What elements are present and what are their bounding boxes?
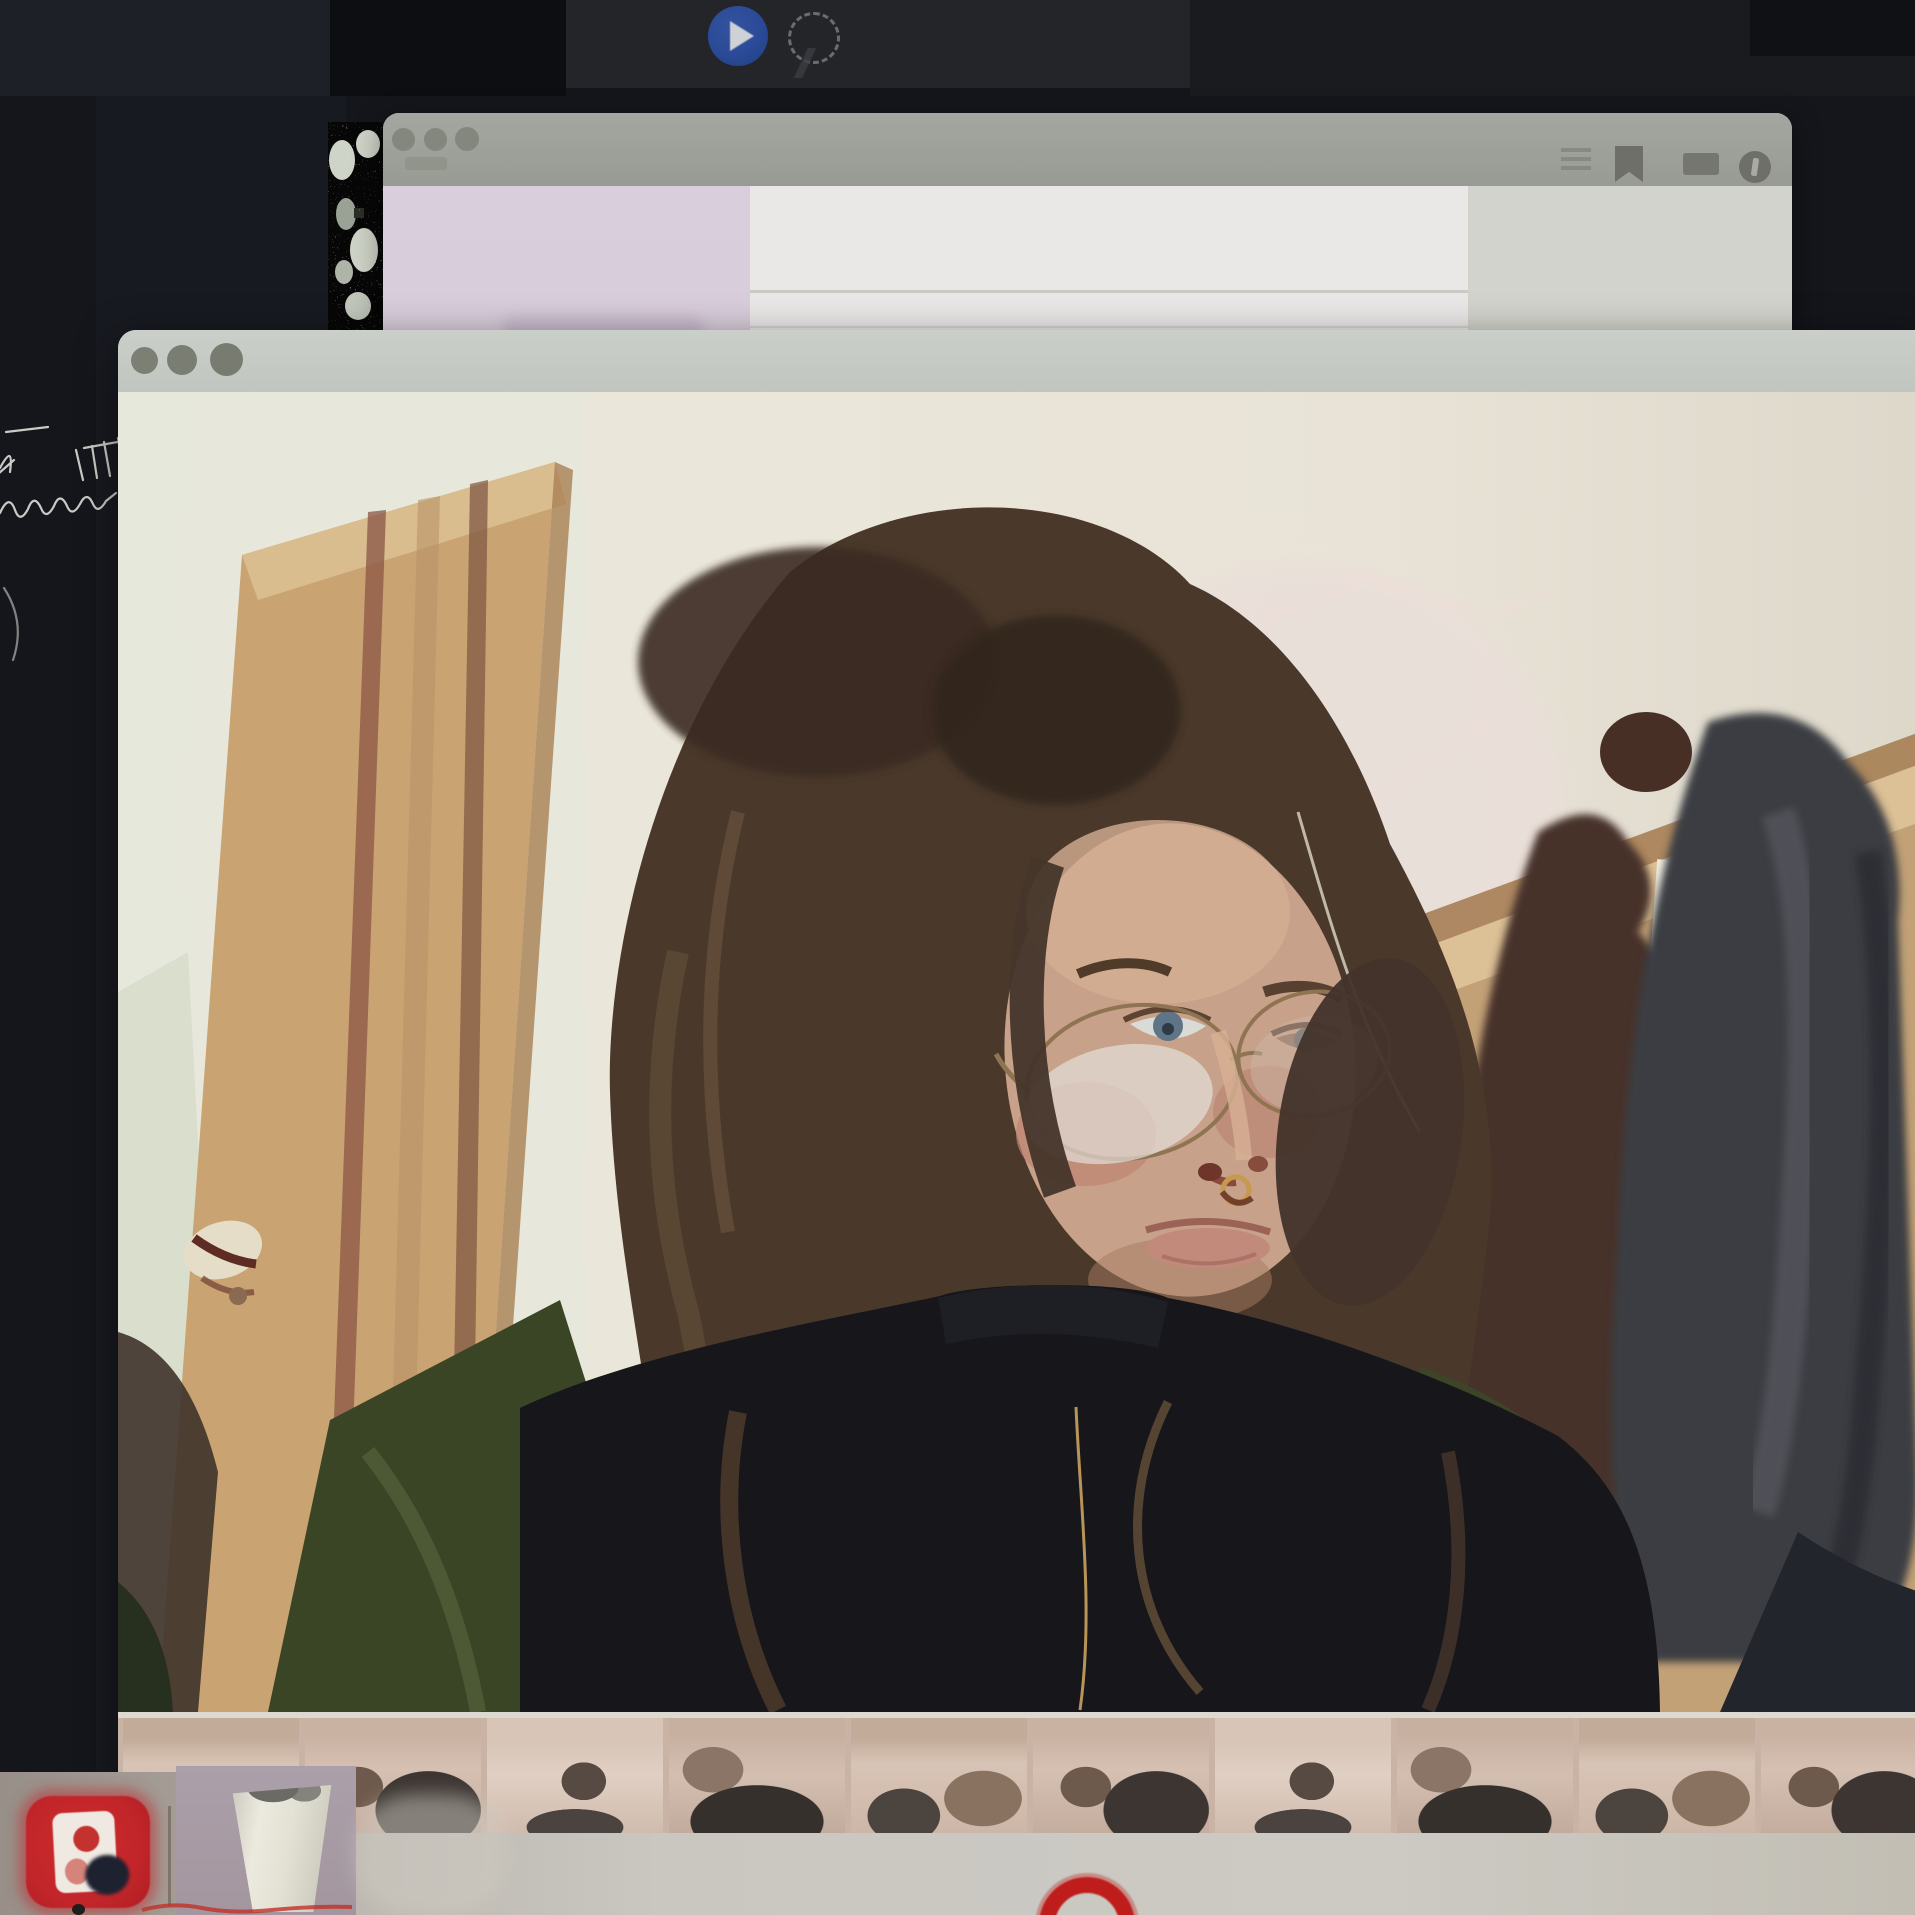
app-icon-face: [52, 1810, 118, 1893]
front-window-titlebar[interactable]: [118, 330, 1915, 392]
zoom-button[interactable]: [455, 127, 479, 151]
content-divider-line-2: [750, 326, 1468, 328]
photo-strip-thumbnail[interactable]: [1579, 1718, 1755, 1833]
dock-speck: [72, 1904, 85, 1915]
dock-divider: [168, 1806, 171, 1906]
dock-soft-highlight: [356, 1794, 506, 1915]
red-scribble-decoration: [140, 1900, 360, 1915]
content-divider-line: [750, 290, 1468, 293]
play-button[interactable]: [708, 6, 768, 66]
dock: [0, 1766, 620, 1915]
card-icon[interactable]: [1683, 153, 1719, 175]
photo-strip-thumbnail[interactable]: [1397, 1718, 1573, 1833]
desktop-top-dark-block: [330, 0, 566, 96]
photo-strip-thumbnail[interactable]: [1215, 1718, 1391, 1833]
close-button[interactable]: [131, 347, 158, 374]
pencil-scrawl-decoration: [770, 48, 840, 78]
photo-strip-thumbnail[interactable]: [669, 1718, 845, 1833]
photo-strip-thumbnail[interactable]: [1033, 1718, 1209, 1833]
app-icon-red-dot: [73, 1825, 100, 1852]
list-icon[interactable]: [1561, 148, 1591, 170]
filmstrip-preview[interactable]: [328, 122, 384, 334]
desktop-top-block: [0, 0, 330, 96]
photo-strip-thumbnail[interactable]: [851, 1718, 1027, 1833]
zoom-button[interactable]: [210, 343, 243, 376]
info-icon[interactable]: [1739, 151, 1771, 183]
trash-icon[interactable]: [226, 1774, 338, 1912]
photo-app-icon[interactable]: [26, 1796, 150, 1908]
minimize-button[interactable]: [424, 128, 447, 151]
tab-chip: [405, 157, 447, 170]
top-toolbar: [566, 0, 1190, 88]
app-icon-navy-dot: [84, 1854, 130, 1896]
webcam-preview-painting: [118, 392, 1915, 1712]
play-icon: [730, 21, 754, 51]
minimize-button[interactable]: [167, 345, 197, 375]
close-button[interactable]: [392, 128, 415, 151]
desktop-corner-block: [1750, 0, 1915, 56]
trash-panel: [176, 1766, 356, 1915]
back-window-titlebar[interactable]: [383, 113, 1792, 186]
photo-strip-thumbnail[interactable]: [1761, 1718, 1915, 1833]
photo-booth-window: [118, 330, 1915, 1915]
bookmark-icon[interactable]: [1615, 146, 1643, 182]
